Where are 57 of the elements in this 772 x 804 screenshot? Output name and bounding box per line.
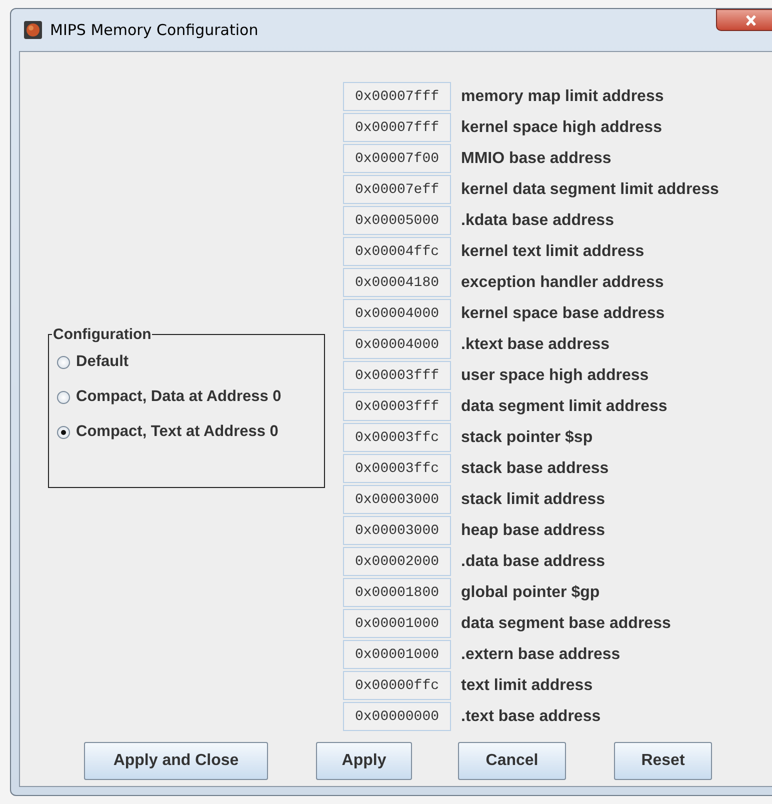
address-label: .data base address <box>461 552 606 570</box>
address-label: exception handler address <box>461 274 664 292</box>
address-field[interactable]: 0x00004ffc <box>343 237 451 266</box>
address-field[interactable]: 0x00004000 <box>343 330 451 359</box>
radio-option[interactable]: Default <box>57 344 316 380</box>
address-field[interactable]: 0x00003fff <box>343 392 451 421</box>
address-field[interactable]: 0x00002000 <box>343 547 451 576</box>
window-title: MIPS Memory Configuration <box>50 21 258 39</box>
address-field[interactable]: 0x00003ffc <box>343 454 451 483</box>
address-label: stack base address <box>461 460 609 478</box>
address-field[interactable]: 0x00007eff <box>343 175 451 204</box>
address-label: stack pointer $sp <box>461 428 593 446</box>
address-label: .extern base address <box>461 646 620 664</box>
address-label: kernel data segment limit address <box>461 180 719 198</box>
address-label: memory map limit address <box>461 88 664 106</box>
dialog-button[interactable]: Apply and Close <box>84 742 268 780</box>
panel-title: Configuration <box>52 326 152 342</box>
radio-button[interactable] <box>57 390 70 404</box>
dialog-button[interactable]: Cancel <box>458 742 566 780</box>
radio-button[interactable] <box>57 356 70 368</box>
radio-option[interactable]: Compact, Data at Address 0 <box>57 380 316 414</box>
address-field[interactable]: 0x00003000 <box>343 516 451 545</box>
close-button[interactable] <box>716 9 772 31</box>
address-label: stack limit address <box>461 490 606 508</box>
address-field[interactable]: 0x00004000 <box>343 299 451 328</box>
address-field[interactable]: 0x00004180 <box>343 268 451 297</box>
address-label: data segment limit address <box>461 398 668 416</box>
address-field[interactable]: 0x00005000 <box>343 206 451 235</box>
radio-option[interactable]: Compact, Text at Address 0 <box>57 414 316 450</box>
address-label: data segment base address <box>461 614 671 632</box>
dialog-button[interactable]: Apply <box>316 742 412 780</box>
address-field[interactable]: 0x00007fff <box>343 82 451 111</box>
address-label: kernel space base address <box>461 304 665 322</box>
address-label: MMIO base address <box>461 150 612 168</box>
address-label: user space high address <box>461 366 649 384</box>
address-field[interactable]: 0x00003fff <box>343 361 451 390</box>
dialog-button[interactable]: Reset <box>614 742 712 780</box>
radio-button[interactable] <box>57 426 70 438</box>
address-field[interactable]: 0x00003ffc <box>343 423 451 452</box>
address-label: heap base address <box>461 522 606 540</box>
address-label: .kdata base address <box>461 212 614 230</box>
app-icon <box>24 21 42 39</box>
address-label: .ktext base address <box>461 336 610 354</box>
address-field[interactable]: 0x00001000 <box>343 609 451 638</box>
address-label: text limit address <box>461 676 593 694</box>
address-field[interactable]: 0x00001800 <box>343 578 451 607</box>
address-field[interactable]: 0x00007f00 <box>343 144 451 173</box>
address-label: .text base address <box>461 708 601 726</box>
address-field[interactable]: 0x00000ffc <box>343 671 451 700</box>
address-field[interactable]: 0x00003000 <box>343 485 451 514</box>
address-field[interactable]: 0x00007fff <box>343 113 451 142</box>
close-icon <box>745 14 757 26</box>
address-field[interactable]: 0x00000000 <box>343 702 451 731</box>
address-label: kernel text limit address <box>461 242 644 260</box>
address-label: kernel space high address <box>461 118 662 136</box>
address-field[interactable]: 0x00001000 <box>343 640 451 669</box>
address-label: global pointer $gp <box>461 584 600 602</box>
